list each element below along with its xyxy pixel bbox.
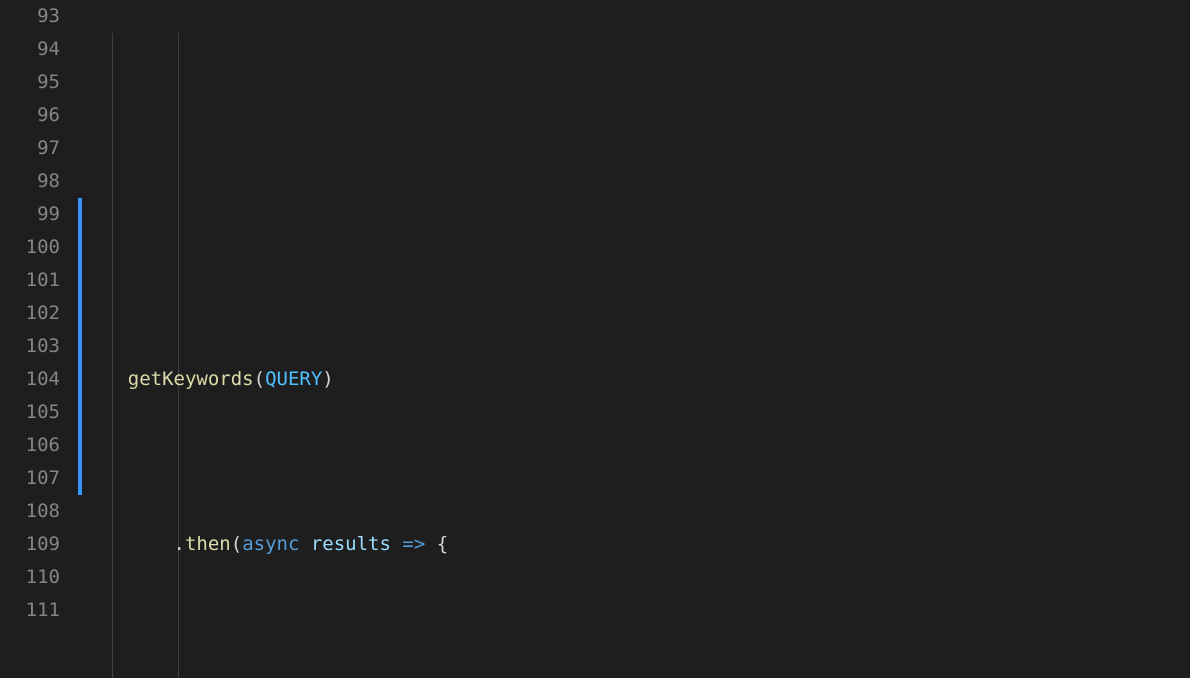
line-number-gutter: 93 94 95 96 97 98 99 100 101 102 103 104… — [0, 0, 82, 678]
line-number: 106 — [0, 429, 60, 462]
line-number: 105 — [0, 396, 60, 429]
code-line[interactable] — [82, 198, 1190, 231]
line-number: 99 — [0, 198, 60, 231]
code-line[interactable]: .then(async results => { — [82, 528, 1190, 561]
line-number: 103 — [0, 330, 60, 363]
indent-guide — [178, 33, 179, 678]
line-number: 111 — [0, 594, 60, 627]
code-editor[interactable]: 93 94 95 96 97 98 99 100 101 102 103 104… — [0, 0, 1190, 678]
line-number: 101 — [0, 264, 60, 297]
line-number: 102 — [0, 297, 60, 330]
line-number: 93 — [0, 0, 60, 33]
code-line[interactable]: getKeywords(QUERY) — [82, 363, 1190, 396]
line-number: 96 — [0, 99, 60, 132]
indent-guide — [112, 33, 113, 678]
line-number: 95 — [0, 66, 60, 99]
line-number: 110 — [0, 561, 60, 594]
line-number: 94 — [0, 33, 60, 66]
line-number: 104 — [0, 363, 60, 396]
code-content[interactable]: getKeywords(QUERY) .then(async results =… — [82, 0, 1190, 678]
line-number: 107 — [0, 462, 60, 495]
line-number: 98 — [0, 165, 60, 198]
line-number: 97 — [0, 132, 60, 165]
line-number: 109 — [0, 528, 60, 561]
line-number: 108 — [0, 495, 60, 528]
line-number: 100 — [0, 231, 60, 264]
